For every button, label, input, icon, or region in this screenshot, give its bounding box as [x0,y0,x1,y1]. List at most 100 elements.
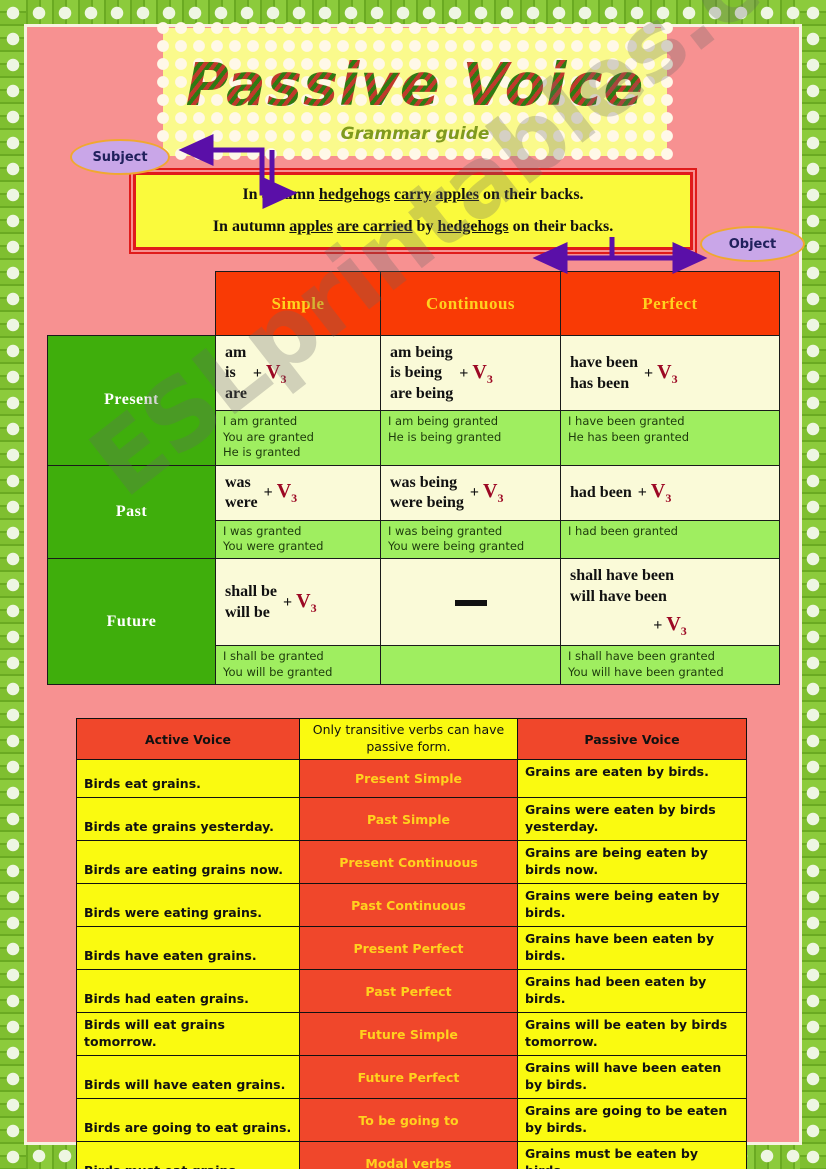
tense-examples-cell: I shall be granted You will be granted [215,645,381,686]
floral-border-left [0,0,26,1169]
passive-sentence-cell: Grains had been eaten by birds. [517,969,747,1013]
passive-sentence-cell: Grains are eaten by birds. [517,759,747,798]
tense-examples-cell: I was granted You were granted [215,519,381,560]
page-subtitle: Grammar guide [340,124,490,144]
auxiliary-forms: shall be will be [225,583,278,621]
active-sentence-cell: Birds had eaten grains. [76,969,300,1013]
tense-name-cell: Future Perfect [299,1055,518,1099]
auxiliary-forms: am being is being are being [390,344,454,402]
active-example-sentence: In autumn hedgehogs carry apples on thei… [242,186,584,203]
example-sentences-box: In autumn hedgehogs carry apples on thei… [129,168,697,254]
auxiliary-forms: was were [225,473,258,512]
tense-form-cell: had been + V3 [560,464,780,521]
v3-marker: + V3 [653,613,687,639]
subject-badge-label: Subject [92,149,148,165]
active-sentence-cell: Birds will have eaten grains. [76,1055,300,1099]
passive-voice-header: Passive Voice [517,718,747,760]
tense-name-cell: Past Perfect [299,969,518,1013]
tense-name-cell: To be going to [299,1098,518,1142]
v3-marker: + V3 [459,360,493,386]
tense-form-cell [380,558,561,647]
table-row: Birds have eaten grains. Present Perfect G… [76,926,747,970]
tense-row-label: Past [47,464,216,560]
tense-examples-cell: I was being granted You were being grante… [380,519,561,560]
tense-name-cell: Future Simple [299,1012,518,1056]
v3-marker: + V3 [283,589,317,615]
passive-sentence-cell: Grains were eaten by birds yesterday. [517,797,747,841]
tense-form-cell: am is are + V3 [215,334,381,412]
table-row: Birds will eat grains tomorrow. Future Si… [76,1012,747,1056]
subject-badge: Subject [70,139,170,175]
tense-row-label: Present [47,335,216,466]
tense-form-cell: am being is being are being + V3 [380,334,561,412]
active-sentence-cell: Birds eat grains. [76,759,300,798]
tense-examples-cell [380,645,561,686]
tense-name-cell: Past Continuous [299,883,518,927]
tense-form-cell: shall be will be + V3 [215,558,381,647]
transitive-note: Only transitive verbs can have passive f… [299,718,518,760]
passive-sentence-cell: Grains will have been eaten by birds. [517,1055,747,1099]
auxiliary-forms: shall have been will have been [570,567,675,605]
tense-form-cell: was being were being + V3 [380,464,561,521]
auxiliary-forms: had been [570,483,632,501]
auxiliary-forms: was being were being [390,473,464,512]
tense-formation-table: Simple Continuous Perfect Present am is are + V… [47,271,780,686]
tense-name-cell: Present Continuous [299,840,518,884]
tense-name-cell: Present Simple [299,759,518,798]
table-row: Birds will have eaten grains. Future Perf… [76,1055,747,1099]
passive-sentence-cell: Grains must be eaten by birds. [517,1141,747,1169]
table-row: Birds are eating grains now. Present Cont… [76,840,747,884]
passive-sentence-cell: Grains have been eaten by birds. [517,926,747,970]
v3-marker: + V3 [637,480,672,506]
table-row: Birds were eating grains. Past Continuous… [76,883,747,927]
active-sentence-cell: Birds ate grains yesterday. [76,797,300,841]
table-row: Birds are going to eat grains. To be goin… [76,1098,747,1142]
active-sentence-cell: Birds are eating grains now. [76,840,300,884]
active-voice-header: Active Voice [76,718,300,760]
v3-marker: + V3 [644,360,678,386]
v3-marker: + V3 [252,360,287,386]
table-row: Birds must eat grains.Modal verbsGrains … [76,1141,747,1169]
tense-form-cell: have been has been + V3 [560,334,780,412]
tense-examples-cell: I have been granted He has been granted [560,410,780,466]
active-sentence-cell: Birds must eat grains. [76,1141,300,1169]
tense-name-cell: Past Simple [299,797,518,841]
worksheet-page: Passive Voice Grammar guide Subject Obje… [0,0,826,1169]
active-sentence-cell: Birds will eat grains tomorrow. [76,1012,300,1056]
tense-row-label: Future [47,558,216,686]
tense-column-header: Continuous [380,271,561,336]
tense-table-corner [47,271,216,336]
tense-form-cell: was were + V3 [215,464,381,521]
tense-column-header: Simple [215,271,381,336]
object-badge-label: Object [728,236,777,252]
passive-sentence-cell: Grains will be eaten by birds tomorrow. [517,1012,747,1056]
auxiliary-forms: am is are [225,344,247,402]
active-sentence-cell: Birds have eaten grains. [76,926,300,970]
tense-form-cell: shall have been will have been + V3 [560,558,780,647]
tense-examples-cell: I shall have been granted You will have b… [560,645,780,686]
object-badge: Object [700,226,805,262]
passive-example-sentence: In autumn apples are carried by hedgehog… [212,218,614,235]
page-title: Passive Voice [163,50,667,119]
not-applicable-dash [454,599,487,606]
passive-sentence-cell: Grains are being eaten by birds now. [517,840,747,884]
tense-name-cell: Modal verbs [299,1141,518,1169]
tense-examples-cell: I am granted You are granted He is granted [215,410,381,466]
tense-examples-cell: I am being granted He is being granted [380,410,561,466]
v3-marker: + V3 [263,480,298,506]
title-card: Passive Voice Grammar guide [156,21,674,163]
table-row: Birds eat grains. Present Simple Grains ar… [76,759,747,798]
tense-name-cell: Present Perfect [299,926,518,970]
active-sentence-cell: Birds are going to eat grains. [76,1098,300,1142]
active-passive-table: Active Voice Only transitive verbs can ha… [76,718,747,1169]
v3-marker: + V3 [469,480,504,506]
floral-border-right [800,0,826,1169]
tense-column-header: Perfect [560,271,780,336]
table-row: Birds had eaten grains. Past Perfect Grain… [76,969,747,1013]
auxiliary-forms: have been has been [570,354,638,392]
passive-sentence-cell: Grains are going to be eaten by birds. [517,1098,747,1142]
tense-examples-cell: I had been granted [560,519,780,560]
table-row: Birds ate grains yesterday. Past Simple Gr… [76,797,747,841]
passive-sentence-cell: Grains were being eaten by birds. [517,883,747,927]
active-sentence-cell: Birds were eating grains. [76,883,300,927]
